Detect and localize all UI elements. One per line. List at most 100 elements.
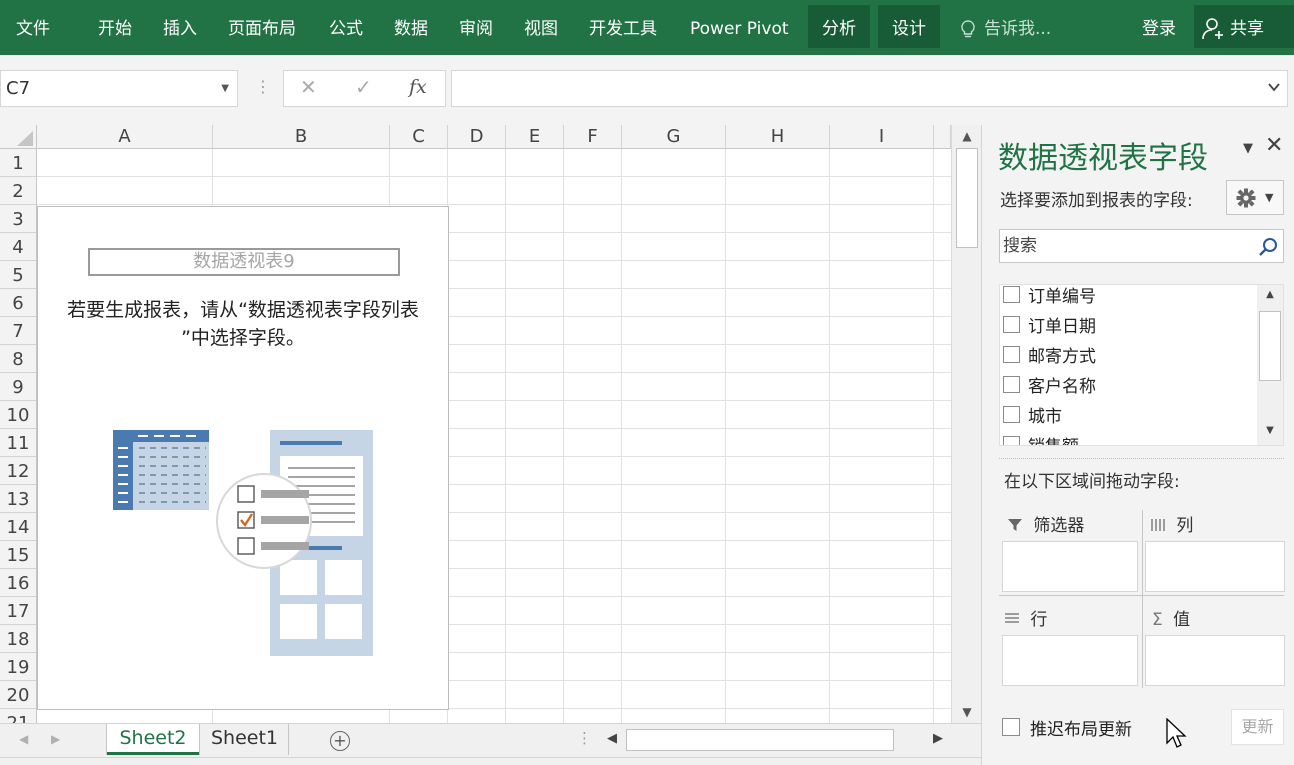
- column-header-h[interactable]: H: [726, 125, 830, 149]
- scroll-down-icon[interactable]: ▼: [952, 705, 982, 719]
- scroll-down-icon[interactable]: ▼: [1257, 425, 1283, 436]
- tab-power-pivot[interactable]: Power Pivot: [690, 14, 789, 44]
- field-search-input[interactable]: 搜索: [999, 229, 1284, 263]
- sheet-next-icon[interactable]: ▶: [51, 732, 60, 746]
- field-item[interactable]: 订单日期: [1003, 312, 1096, 342]
- tab-file[interactable]: 文件: [16, 14, 50, 44]
- row-header-5[interactable]: 5: [0, 261, 37, 289]
- login-button[interactable]: 登录: [1142, 14, 1176, 44]
- field-checkbox[interactable]: [1003, 286, 1020, 303]
- share-button[interactable]: 共享: [1194, 5, 1294, 48]
- field-checkbox[interactable]: [1003, 406, 1020, 423]
- row-header-21[interactable]: 21: [0, 709, 37, 723]
- expand-chevron-icon[interactable]: [1267, 80, 1281, 94]
- search-icon[interactable]: [1258, 237, 1278, 257]
- add-sheet-button[interactable]: +: [330, 731, 350, 751]
- scroll-up-icon[interactable]: ▲: [952, 129, 982, 143]
- row-header-13[interactable]: 13: [0, 485, 37, 513]
- grip-icon[interactable]: ⋮: [255, 77, 271, 96]
- field-list-scrollbar[interactable]: ▲ ▼: [1257, 285, 1283, 445]
- column-header-partial[interactable]: [934, 125, 951, 149]
- field-checkbox[interactable]: [1003, 346, 1020, 363]
- column-header-c[interactable]: C: [390, 125, 448, 149]
- select-all-corner[interactable]: [0, 125, 37, 149]
- row-header-17[interactable]: 17: [0, 597, 37, 625]
- chevron-down-icon[interactable]: ▼: [221, 71, 229, 106]
- field-settings-button[interactable]: ▼: [1226, 180, 1284, 215]
- name-box[interactable]: C7 ▼: [0, 70, 238, 107]
- column-header-f[interactable]: F: [564, 125, 622, 149]
- tab-developer[interactable]: 开发工具: [589, 14, 657, 44]
- column-header-a[interactable]: A: [37, 125, 213, 149]
- tab-view[interactable]: 视图: [524, 14, 558, 44]
- row-header-9[interactable]: 9: [0, 373, 37, 401]
- columns-drop-area[interactable]: [1145, 541, 1285, 592]
- defer-update-option[interactable]: 推迟布局更新: [1002, 715, 1132, 740]
- enter-icon[interactable]: ✓: [355, 75, 372, 99]
- horizontal-scrollbar[interactable]: ◀ ▶: [601, 727, 951, 753]
- row-header-10[interactable]: 10: [0, 401, 37, 429]
- row-header-8[interactable]: 8: [0, 345, 37, 373]
- rows-drop-area[interactable]: [1002, 635, 1138, 686]
- row-header-15[interactable]: 15: [0, 541, 37, 569]
- field-checkbox[interactable]: [1003, 316, 1020, 333]
- field-item[interactable]: 客户名称: [1003, 372, 1096, 402]
- tab-insert[interactable]: 插入: [163, 14, 197, 44]
- tab-home[interactable]: 开始: [98, 14, 132, 44]
- tab-data[interactable]: 数据: [394, 14, 428, 44]
- field-list-scroll-thumb[interactable]: [1259, 311, 1281, 381]
- scroll-left-icon[interactable]: ◀: [607, 731, 617, 746]
- field-item[interactable]: 销售额: [1003, 432, 1079, 445]
- row-header-1[interactable]: 1: [0, 149, 37, 177]
- field-checkbox[interactable]: [1003, 376, 1020, 393]
- column-header-e[interactable]: E: [506, 125, 564, 149]
- update-button[interactable]: 更新: [1231, 709, 1284, 745]
- scroll-right-icon[interactable]: ▶: [933, 731, 943, 746]
- row-header-3[interactable]: 3: [0, 205, 37, 233]
- horizontal-scroll-thumb[interactable]: [626, 729, 894, 751]
- row-header-4[interactable]: 4: [0, 233, 37, 261]
- worksheet-grid[interactable]: ABCDEFGHI 1 2 3 4 5 6 7 8 9 10 11 12 13 14 15 16 17 18 19 2…: [0, 125, 951, 723]
- column-header-d[interactable]: D: [448, 125, 506, 149]
- tab-review[interactable]: 审阅: [459, 14, 493, 44]
- row-header-16[interactable]: 16: [0, 569, 37, 597]
- row-header-7[interactable]: 7: [0, 317, 37, 345]
- sheet-tab-sheet2[interactable]: Sheet2: [107, 724, 199, 755]
- cancel-icon[interactable]: ✕: [300, 75, 317, 99]
- row-header-6[interactable]: 6: [0, 289, 37, 317]
- field-item[interactable]: 订单编号: [1003, 285, 1096, 312]
- field-item[interactable]: 城市: [1003, 402, 1062, 432]
- insert-function-icon[interactable]: fx: [409, 76, 427, 98]
- close-icon[interactable]: ✕: [1265, 133, 1283, 158]
- row-header-12[interactable]: 12: [0, 457, 37, 485]
- sheet-tab-sheet1[interactable]: Sheet1: [201, 724, 289, 755]
- values-drop-area[interactable]: [1145, 635, 1285, 686]
- row-header-19[interactable]: 19: [0, 653, 37, 681]
- column-header-g[interactable]: G: [622, 125, 726, 149]
- filter-drop-area[interactable]: [1002, 541, 1138, 592]
- row-header-18[interactable]: 18: [0, 625, 37, 653]
- row-header-14[interactable]: 14: [0, 513, 37, 541]
- formula-input[interactable]: [451, 70, 1288, 107]
- scroll-up-icon[interactable]: ▲: [1257, 289, 1283, 300]
- vertical-scroll-thumb[interactable]: [956, 148, 978, 248]
- tell-me-box[interactable]: 告诉我...: [958, 14, 1051, 44]
- tab-design[interactable]: 设计: [878, 5, 940, 48]
- row-header-11[interactable]: 11: [0, 429, 37, 457]
- tab-formulas[interactable]: 公式: [329, 14, 363, 44]
- tab-page-layout[interactable]: 页面布局: [228, 14, 296, 44]
- column-header-i[interactable]: I: [830, 125, 934, 149]
- vertical-scrollbar[interactable]: ▲ ▼: [951, 125, 981, 723]
- field-checkbox[interactable]: [1003, 436, 1020, 445]
- pane-options-chevron-icon[interactable]: ▼: [1243, 141, 1253, 156]
- row-header-2[interactable]: 2: [0, 177, 37, 205]
- pivot-table-placeholder[interactable]: 数据透视表9 若要生成报表，请从“数据透视表字段列表 ”中选择字段。: [37, 206, 449, 710]
- tab-analyze[interactable]: 分析: [808, 5, 870, 48]
- sheet-prev-icon[interactable]: ◀: [19, 732, 28, 746]
- pane-divider[interactable]: [999, 458, 1284, 459]
- row-header-20[interactable]: 20: [0, 681, 37, 709]
- column-header-b[interactable]: B: [213, 125, 390, 149]
- field-item[interactable]: 邮寄方式: [1003, 342, 1096, 372]
- tab-split-grip-icon[interactable]: ⋮: [577, 729, 592, 747]
- defer-update-checkbox[interactable]: [1002, 718, 1020, 736]
